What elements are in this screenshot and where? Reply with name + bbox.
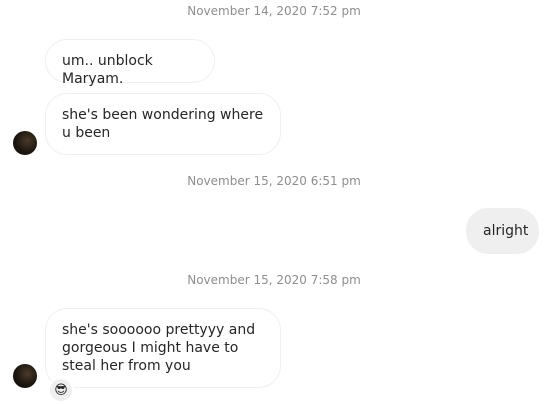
message-timestamp: November 15, 2020 6:51 pm [187, 174, 361, 188]
received-message-bubble[interactable]: she's been wondering where u been [45, 93, 281, 155]
sender-avatar[interactable] [13, 364, 37, 388]
message-timestamp: November 14, 2020 7:52 pm [187, 4, 361, 18]
received-message-bubble[interactable]: um.. unblock Maryam. [45, 39, 215, 87]
message-timestamp: November 15, 2020 7:58 pm [187, 273, 361, 287]
message-thread: November 14, 2020 7:52 pm um.. unblock M… [0, 0, 548, 404]
sunglasses-emoji-icon[interactable]: 😎 [48, 377, 74, 403]
sender-avatar[interactable] [13, 131, 37, 155]
sent-message-bubble[interactable]: alright [466, 208, 539, 254]
received-message-bubble[interactable]: she's soooooo prettyyy and gorgeous I mi… [45, 308, 281, 388]
